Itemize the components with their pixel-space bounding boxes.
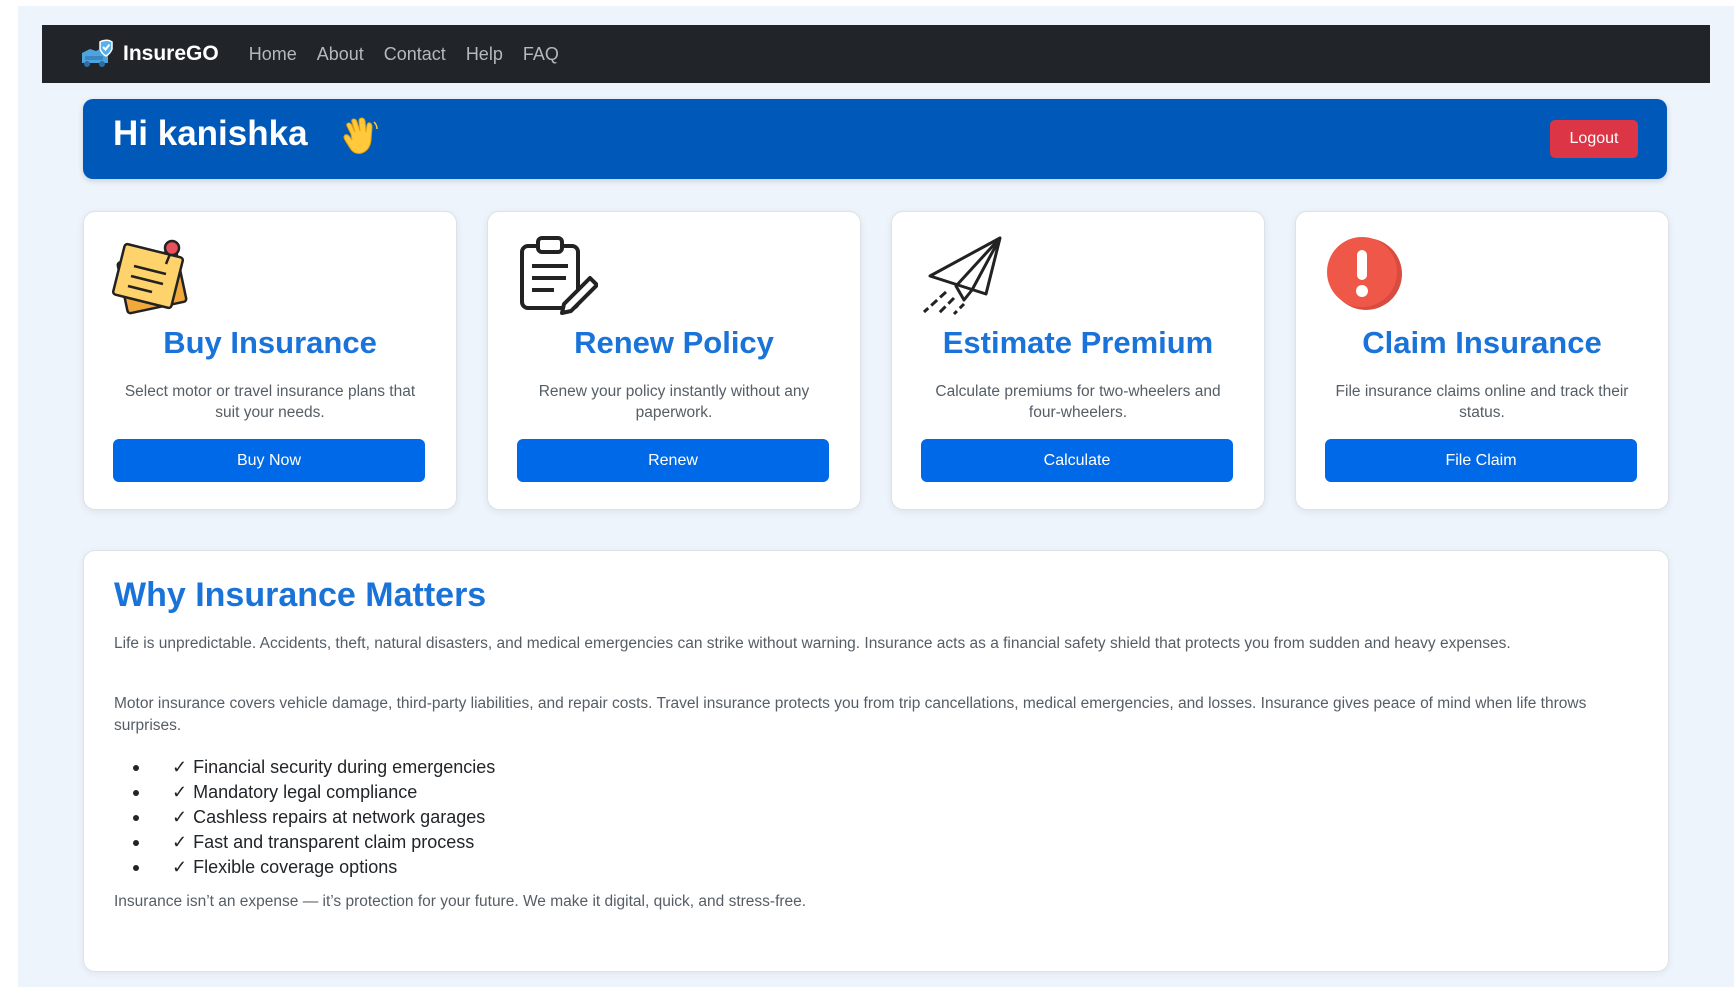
paragraph-coverage: Motor insurance covers vehicle damage, t… (114, 695, 1587, 734)
check-mark: ✓ (172, 757, 188, 777)
card-description: File insurance claims online and track t… (1335, 383, 1629, 421)
nav-links: Home About Contact Help FAQ (249, 44, 579, 65)
check-mark: ✓ (172, 782, 188, 802)
nav-link-contact[interactable]: Contact (384, 44, 446, 65)
waving-hand-icon (343, 117, 378, 154)
card-title: Estimate Premium (942, 325, 1214, 360)
calculate-button[interactable]: Calculate (921, 439, 1233, 482)
exclamation-icon (1327, 237, 1402, 310)
check-mark: ✓ (172, 857, 188, 877)
paper-plane-icon (922, 236, 1002, 316)
nav-link-help[interactable]: Help (466, 44, 503, 65)
closing-statement: Insurance isn’t an expense — it’s protec… (114, 893, 807, 910)
paragraph-intro: Life is unpredictable. Accidents, theft,… (114, 635, 1511, 652)
file-claim-button[interactable]: File Claim (1325, 439, 1637, 482)
welcome-banner: Hi kanishka Logout (83, 99, 1667, 179)
card-title: Buy Insurance (163, 325, 377, 360)
why-insurance-section: Why Insurance Matters Life is unpredicta… (83, 550, 1669, 972)
list-item: ✓ Flexible coverage options (114, 855, 495, 880)
brand[interactable]: InsureGO (80, 39, 219, 69)
buy-now-button[interactable]: Buy Now (113, 439, 425, 482)
card-title: Claim Insurance (1362, 325, 1602, 360)
card-description: Select motor or travel insurance plans t… (124, 383, 416, 421)
list-item: ✓ Financial security during emergencies (114, 755, 495, 780)
card-buy-insurance: Buy Insurance Select motor or travel ins… (83, 211, 457, 510)
check-mark: ✓ (172, 807, 188, 827)
list-item: ✓ Fast and transparent claim process (114, 830, 495, 855)
list-item: ✓ Cashless repairs at network garages (114, 805, 495, 830)
insurego-logo-icon (82, 39, 113, 67)
logout-button[interactable]: Logout (1550, 120, 1638, 158)
top-navbar: InsureGO Home About Contact Help FAQ (42, 25, 1710, 83)
brand-name[interactable]: InsureGO (123, 42, 219, 66)
section-title: Why Insurance Matters (114, 576, 487, 614)
renew-button[interactable]: Renew (517, 439, 829, 482)
card-description: Renew your policy instantly without any … (538, 383, 810, 421)
nav-link-about[interactable]: About (317, 44, 364, 65)
card-estimate-premium: Estimate Premium Calculate premiums for … (891, 211, 1265, 510)
card-description: Calculate premiums for two-wheelers and … (935, 383, 1221, 421)
benefits-list: ✓ Financial security during emergencies ✓… (114, 755, 495, 880)
card-renew-policy: Renew Policy Renew your policy instantly… (487, 211, 861, 510)
nav-link-faq[interactable]: FAQ (523, 44, 559, 65)
check-mark: ✓ (172, 832, 188, 852)
clipboard-pencil-icon (520, 236, 598, 315)
welcome-greeting: Hi kanishka (113, 114, 308, 153)
list-item: ✓ Mandatory legal compliance (114, 780, 495, 805)
nav-link-home[interactable]: Home (249, 44, 297, 65)
notepad-icon (112, 239, 188, 315)
card-claim-insurance: Claim Insurance File insurance claims on… (1295, 211, 1669, 510)
card-title: Renew Policy (574, 325, 774, 360)
